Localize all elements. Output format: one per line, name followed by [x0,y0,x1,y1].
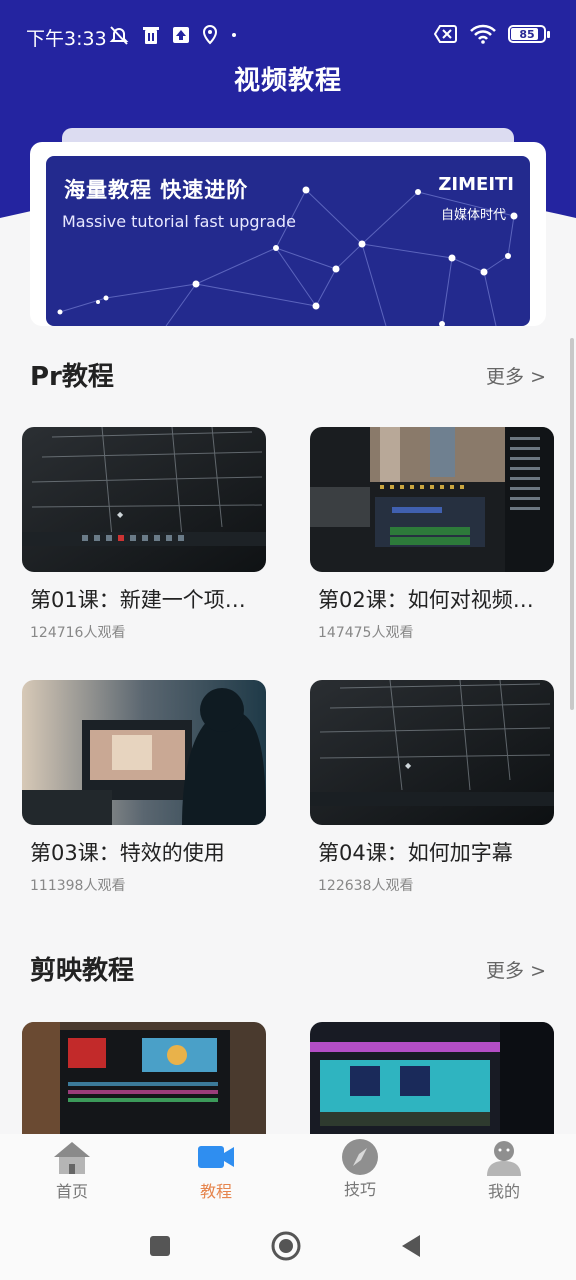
page-title: 视频教程 [233,66,342,96]
wifi-icon [470,24,496,44]
video-camera-icon [198,1146,234,1168]
more-link[interactable]: 更多 > [486,956,546,983]
video-thumbnail [22,680,266,825]
banner[interactable]: 海量教程 快速进阶 Massive tutorial fast upgrade … [46,156,530,326]
home-button-icon[interactable] [271,1231,301,1261]
video-views: 124716人观看 [30,625,126,641]
nav-item-tips[interactable]: 技巧 [288,1134,432,1214]
svg-text:◆: ◆ [117,510,124,519]
video-views: 147475人观看 [318,625,414,641]
video-card-06[interactable] [310,1022,554,1134]
section-header-pr: Pr教程 更多 > [30,356,546,396]
video-views: 111398人观看 [30,878,126,894]
more-link[interactable]: 更多 > [486,362,546,389]
section-title: Pr教程 [30,362,114,392]
video-card-01[interactable]: ◆ 第01课：新建一个项目文件 124716人观看 [22,427,266,642]
compass-icon [342,1139,378,1175]
back-icon[interactable] [400,1234,422,1258]
video-title: 第01课：新建一个项目文件 [30,588,266,612]
banner-brand: ZIMEITI [438,174,514,195]
video-thumbnail: ◆ [22,427,266,572]
banner-title-cn: 海量教程 快速进阶 [64,178,249,202]
nav-item-profile[interactable]: 我的 [432,1134,576,1214]
banner-title-en: Massive tutorial fast upgrade [62,212,296,231]
nav-label: 技巧 [343,1180,376,1199]
section-header-jianying: 剪映教程 更多 > [30,950,546,990]
dot-icon [232,33,236,37]
nav-item-tutorial[interactable]: 教程 [144,1134,288,1214]
home-icon [54,1142,90,1174]
trash-icon [143,27,159,44]
video-title: 第02课：如何对视频素材进行剪辑 [318,588,554,612]
video-card-05[interactable] [22,1022,266,1134]
svg-text:◆: ◆ [405,761,412,770]
nav-label: 我的 [487,1182,520,1201]
video-thumbnail [310,1022,554,1134]
video-thumbnail [22,1022,266,1134]
upload-icon [173,27,189,43]
mute-icon [109,26,129,45]
section-title: 剪映教程 [30,956,135,986]
video-title: 第03课：特效的使用 [30,841,225,865]
video-thumbnail [310,427,554,572]
video-title: 第04课：如何加字幕 [318,841,513,865]
status-time: 下午3:33 [26,28,107,50]
video-views: 122638人观看 [318,878,414,894]
nav-label: 首页 [55,1182,88,1201]
video-thumbnail: ◆ [310,680,554,825]
no-sim-icon [434,25,457,43]
bottom-navigation: 首页 教程 技巧 我的 [0,1134,576,1214]
location-icon [202,25,218,45]
video-card-03[interactable]: 第03课：特效的使用 111398人观看 [22,680,266,895]
battery-percent: 85 [519,27,535,41]
recent-apps-icon[interactable] [148,1234,172,1258]
status-right-icons: 85 [434,24,550,44]
status-left-icons [108,24,238,46]
battery-indicator: 85 [508,25,550,43]
video-card-02[interactable]: 第02课：如何对视频素材进行剪辑 147475人观看 [310,427,554,642]
nav-label: 教程 [199,1182,232,1201]
scrollbar[interactable] [570,338,574,710]
user-icon [487,1141,521,1176]
nav-item-home[interactable]: 首页 [0,1134,144,1214]
video-card-04[interactable]: ◆ 第04课：如何加字幕 122638人观看 [310,680,554,895]
system-navigation-bar [0,1214,576,1280]
banner-brand-sub: 自媒体时代 [440,208,506,223]
